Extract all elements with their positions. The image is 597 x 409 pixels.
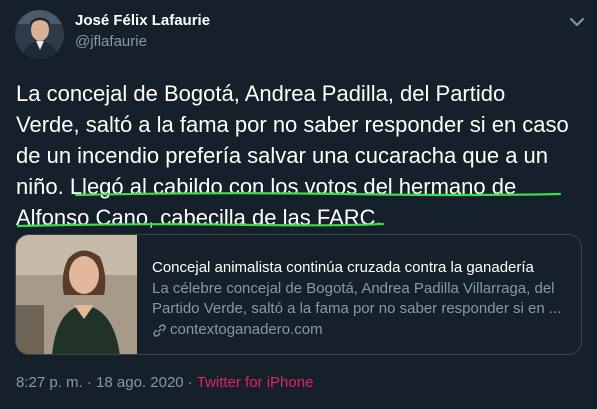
tweet: José Félix Lafaurie @jflafaurie La conce…: [0, 0, 597, 409]
tweet-text-line: Alfonso Cano, cabecilla de las FARC.: [16, 205, 382, 230]
card-domain: contextoganadero.com: [152, 320, 572, 340]
card-title: Concejal animalista continúa cruzada con…: [152, 259, 534, 276]
tweet-text: La concejal de Bogotá, Andrea Padilla, d…: [16, 78, 586, 233]
avatar[interactable]: [15, 10, 64, 59]
link-preview-card[interactable]: Concejal animalista continúa cruzada con…: [15, 234, 582, 355]
card-description: La célebre concejal de Bogotá, Andrea Pa…: [152, 279, 572, 319]
tweet-metadata: 8:27 p. m. · 18 ago. 2020 · Twitter for …: [16, 374, 313, 391]
meta-separator: ·: [183, 374, 197, 391]
avatar-image: [15, 10, 64, 59]
tweet-date[interactable]: 18 ago. 2020: [96, 374, 184, 391]
card-thumbnail: [16, 235, 137, 354]
author-username[interactable]: @jflafaurie: [75, 33, 147, 50]
card-domain-text: contextoganadero.com: [170, 321, 323, 338]
tweet-text-line: Verde, saltó a la fama por no saber resp…: [16, 112, 569, 137]
card-description-line: Partido Verde, saltó a la fama por no sa…: [152, 300, 562, 317]
tweet-text-line: niño. Llegó al cabildo con los votos del…: [16, 174, 517, 199]
tweet-text-line: de un incendio prefería salvar una cucar…: [16, 143, 549, 168]
card-body: Concejal animalista continúa cruzada con…: [152, 258, 572, 340]
card-thumbnail-image: [16, 235, 137, 354]
chevron-down-icon[interactable]: [566, 11, 588, 33]
tweet-text-line: La concejal de Bogotá, Andrea Padilla, d…: [16, 81, 506, 106]
author-display-name[interactable]: José Félix Lafaurie: [75, 12, 210, 29]
tweet-time[interactable]: 8:27 p. m.: [16, 374, 83, 391]
tweet-source-link[interactable]: Twitter for iPhone: [197, 374, 314, 391]
meta-separator: ·: [82, 374, 97, 391]
link-icon: [153, 323, 166, 337]
card-description-line: La célebre concejal de Bogotá, Andrea Pa…: [152, 280, 555, 297]
